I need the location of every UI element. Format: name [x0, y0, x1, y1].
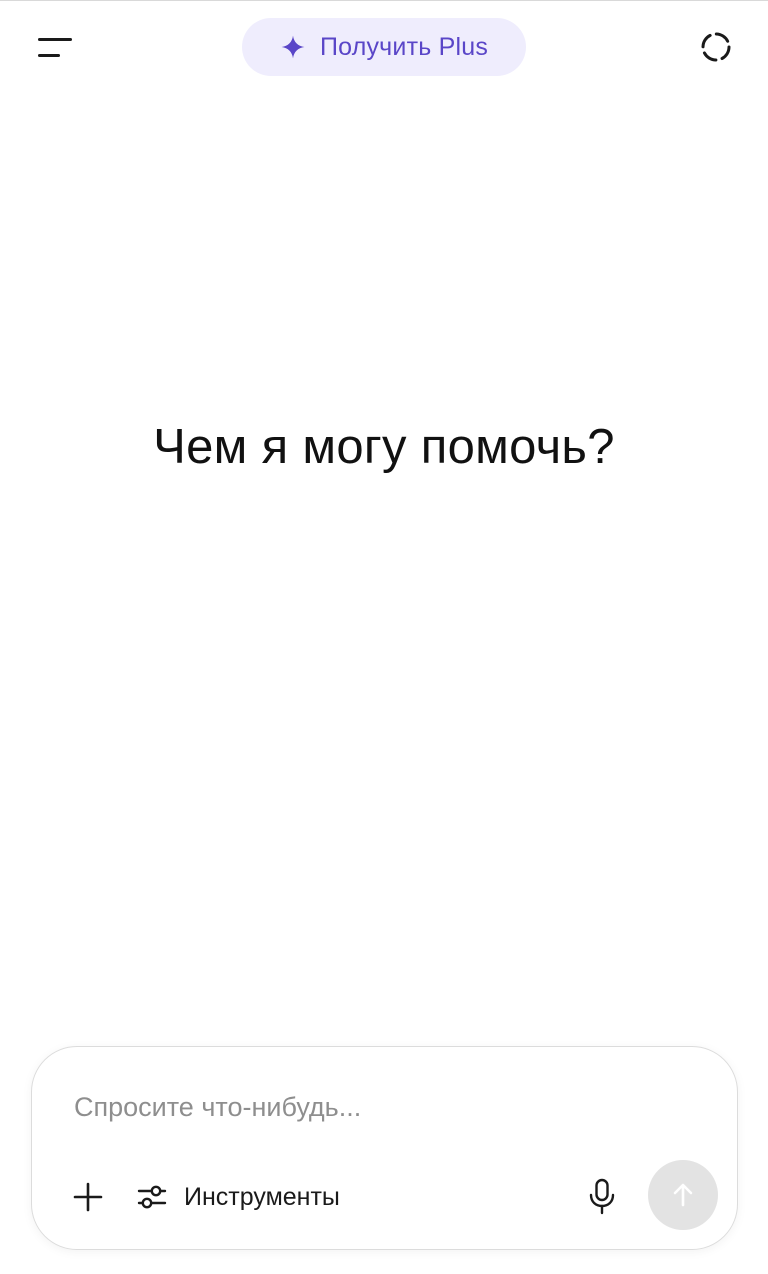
- sparkle-icon: [281, 35, 305, 59]
- get-plus-button[interactable]: Получить Plus: [242, 18, 526, 76]
- tools-label: Инструменты: [184, 1182, 340, 1211]
- welcome-heading: Чем я могу помочь?: [153, 420, 615, 474]
- temporary-chat-button[interactable]: [692, 25, 740, 69]
- sliders-icon: [137, 1185, 167, 1209]
- prompt-input[interactable]: [74, 1087, 674, 1127]
- add-attachment-button[interactable]: [66, 1175, 110, 1219]
- voice-input-button[interactable]: [580, 1173, 624, 1221]
- plus-icon: [73, 1182, 103, 1212]
- menu-button[interactable]: [30, 29, 80, 65]
- menu-icon: [38, 37, 72, 41]
- menu-icon-line: [38, 53, 60, 57]
- dashed-circle-icon: [701, 32, 731, 62]
- get-plus-label: Получить Plus: [319, 32, 489, 61]
- send-button[interactable]: [648, 1160, 718, 1230]
- message-composer: Инструменты: [31, 1046, 738, 1250]
- arrow-up-icon: [673, 1183, 693, 1207]
- tools-button[interactable]: Инструменты: [136, 1173, 340, 1221]
- microphone-icon: [589, 1178, 615, 1215]
- chat-screen: Получить Plus Чем я могу помочь? Инструм…: [0, 0, 768, 1274]
